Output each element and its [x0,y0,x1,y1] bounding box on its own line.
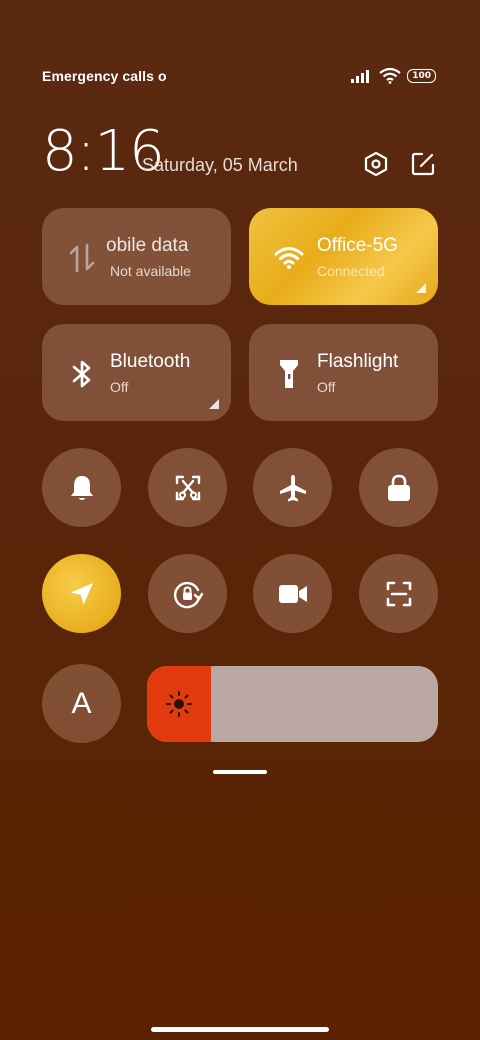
video-camera-icon [278,584,307,603]
wifi-tile[interactable]: Office-5G Connected [249,208,438,305]
settings-icon[interactable] [362,150,390,178]
status-bar: Emergency calls o 100 [42,64,436,88]
flashlight-icon [273,358,305,390]
wifi-icon [273,242,305,274]
panel-drag-handle[interactable] [213,770,267,774]
rotation-lock-toggle[interactable] [148,554,227,633]
bluetooth-title: Bluetooth [110,351,191,372]
mobile-data-tile[interactable]: obile data Not available [42,208,231,305]
mobile-data-title: obile data [106,235,189,256]
location-toggle[interactable] [42,554,121,633]
auto-brightness-label: A [71,686,92,720]
bell-icon [70,475,93,500]
bluetooth-status: Off [110,379,129,395]
bluetooth-tile[interactable]: Bluetooth Off [42,324,231,421]
airplane-icon [279,474,306,501]
screenshot-icon [175,475,200,500]
home-indicator[interactable] [151,1027,329,1032]
lock-icon [387,474,410,501]
wifi-expand-icon[interactable] [416,283,426,293]
sound-toggle[interactable] [42,448,121,527]
brightness-slider-fill [147,666,212,742]
scanner-toggle[interactable] [359,554,438,633]
mobile-data-icon [66,242,98,274]
screenshot-toggle[interactable] [148,448,227,527]
edit-icon[interactable] [409,150,437,178]
brightness-slider[interactable] [147,666,438,742]
signal-icon [351,70,370,83]
carrier-text: Emergency calls o [42,68,167,84]
wifi-title: Office-5G [317,235,398,256]
auto-brightness-button[interactable]: A [42,664,121,743]
wifi-icon [379,68,401,84]
bluetooth-expand-icon[interactable] [209,399,219,409]
flashlight-tile[interactable]: Flashlight Off [249,324,438,421]
mobile-data-status: Not available [110,263,191,279]
bluetooth-icon [66,358,98,390]
status-icons: 100 [351,68,436,84]
wifi-status: Connected [317,263,385,279]
battery-icon: 100 [407,69,436,83]
scan-icon [386,581,411,606]
sun-icon [166,691,192,717]
airplane-toggle[interactable] [253,448,332,527]
location-icon [70,582,93,605]
flashlight-title: Flashlight [317,351,399,372]
clock-date: Saturday, 05 March [142,155,298,175]
flashlight-status: Off [317,379,336,395]
lock-screen-toggle[interactable] [359,448,438,527]
rotation-lock-icon [173,581,203,608]
screen-record-toggle[interactable] [253,554,332,633]
